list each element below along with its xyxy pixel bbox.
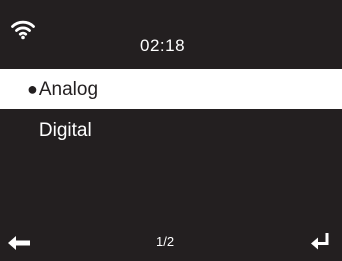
menu-item-analog[interactable]: ●Analog (0, 69, 342, 109)
arrow-left-icon[interactable] (8, 236, 30, 250)
menu-item-label: Analog (38, 79, 99, 100)
footer-bar: 1/2 (0, 228, 342, 261)
radio-menu-screen: 02:18 ●Analog ●Digital 1/2 (0, 0, 342, 261)
menu-item-label: Digital (38, 120, 92, 141)
enter-return-icon[interactable] (311, 232, 330, 250)
menu-item-digital[interactable]: ●Digital (0, 110, 342, 150)
selection-marker: ● (27, 79, 38, 99)
status-bar: 02:18 (0, 0, 342, 66)
clock-time: 02:18 (140, 36, 186, 55)
page-indicator: 1/2 (156, 234, 175, 249)
wifi-icon (11, 20, 35, 40)
